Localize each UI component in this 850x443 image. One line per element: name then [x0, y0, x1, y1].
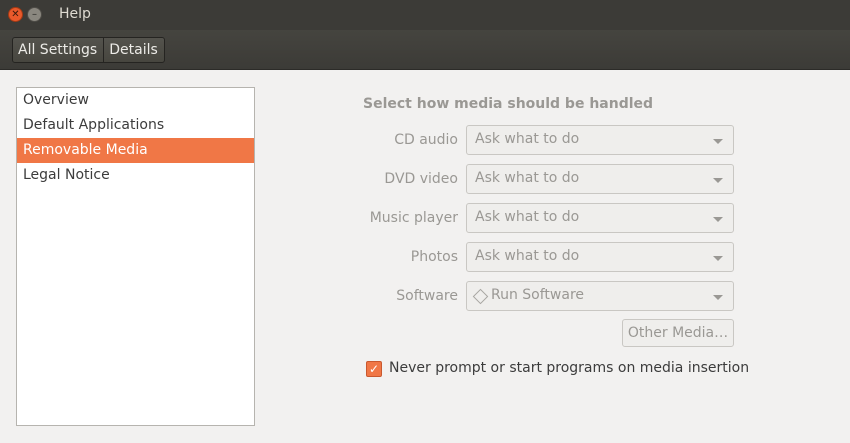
sidebar-item-overview[interactable]: Overview [17, 88, 254, 113]
music-player-combo[interactable]: Ask what to do [466, 203, 734, 233]
dvd-video-value: Ask what to do [475, 170, 580, 186]
never-prompt-checkbox[interactable]: ✓ [366, 361, 382, 377]
dvd-video-label: DVD video [384, 171, 458, 187]
photos-combo[interactable]: Ask what to do [466, 242, 734, 272]
software-diamond-icon [472, 288, 489, 305]
breadcrumb: All Settings Details [12, 37, 165, 63]
tab-all-settings[interactable]: All Settings [13, 38, 103, 62]
toolbar: All Settings Details [0, 30, 850, 70]
window-title: Help [59, 6, 91, 22]
sidebar-list: Overview Default Applications Removable … [16, 87, 255, 426]
tab-details[interactable]: Details [103, 38, 164, 62]
cd-audio-label: CD audio [394, 132, 458, 148]
music-player-label: Music player [369, 210, 458, 226]
close-button[interactable]: ✕ [8, 7, 23, 22]
photos-label: Photos [410, 249, 458, 265]
never-prompt-label[interactable]: Never prompt or start programs on media … [389, 360, 749, 376]
sidebar-item-legal-notice[interactable]: Legal Notice [17, 163, 254, 188]
music-player-value: Ask what to do [475, 209, 580, 225]
software-label: Software [396, 288, 458, 304]
software-value: Run Software [491, 287, 585, 303]
close-icon: ✕ [11, 9, 20, 20]
minimize-icon: – [32, 9, 37, 20]
checkmark-icon: ✓ [368, 362, 380, 376]
chevron-down-icon [713, 295, 723, 300]
chevron-down-icon [713, 217, 723, 222]
sidebar-item-default-applications[interactable]: Default Applications [17, 113, 254, 138]
chevron-down-icon [713, 256, 723, 261]
cd-audio-combo[interactable]: Ask what to do [466, 125, 734, 155]
chevron-down-icon [713, 178, 723, 183]
sidebar-item-removable-media[interactable]: Removable Media [17, 138, 254, 163]
cd-audio-value: Ask what to do [475, 131, 580, 147]
other-media-button[interactable]: Other Media… [622, 319, 734, 347]
software-combo[interactable]: Run Software [466, 281, 734, 311]
title-bar: ✕ – Help [0, 0, 850, 30]
minimize-button[interactable]: – [27, 7, 42, 22]
chevron-down-icon [713, 139, 723, 144]
section-heading: Select how media should be handled [363, 96, 654, 112]
dvd-video-combo[interactable]: Ask what to do [466, 164, 734, 194]
photos-value: Ask what to do [475, 248, 580, 264]
